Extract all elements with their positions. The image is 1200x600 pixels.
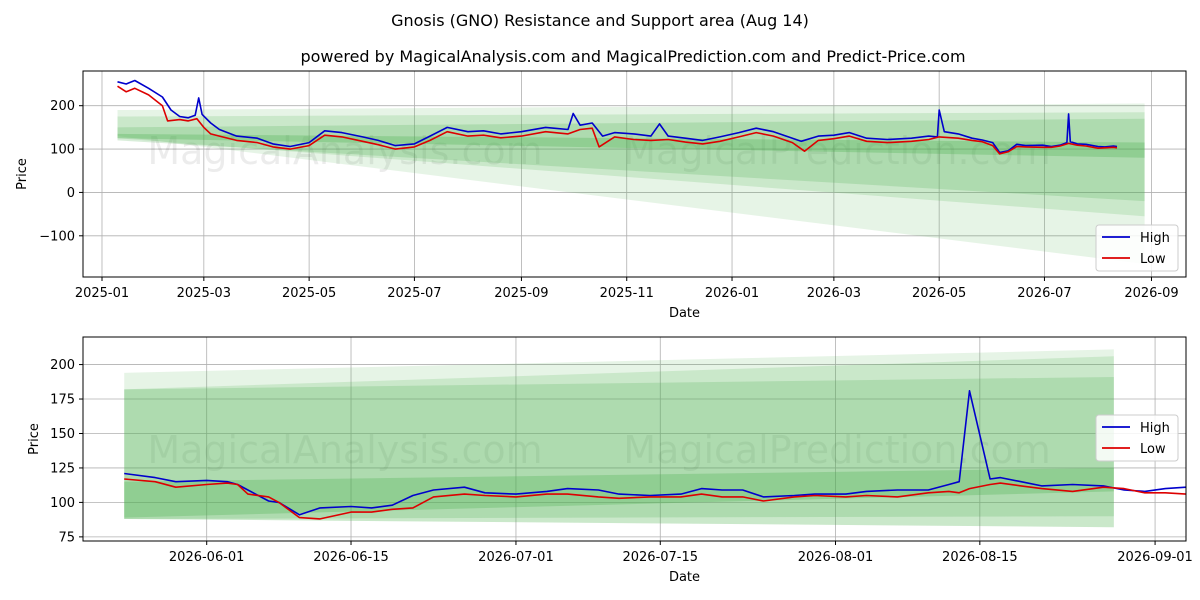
y-tick-label: 175: [50, 393, 75, 408]
top-panel: MagicalAnalysis.com MagicalPrediction.com…: [15, 70, 1187, 321]
x-tick-label: 2026-07: [1017, 286, 1071, 301]
chart-subtitle: powered by MagicalAnalysis.com and Magic…: [300, 47, 965, 66]
y-tick-label: 125: [50, 461, 75, 476]
x-tick-label: 2025-07: [387, 286, 441, 301]
chart-canvas: Gnosis (GNO) Resistance and Support area…: [15, 11, 1193, 585]
x-tick-label: 2026-07-01: [478, 550, 554, 565]
y-tick-label: 200: [50, 358, 75, 373]
legend-label-low: Low: [1140, 442, 1166, 457]
x-axis-label: Date: [669, 570, 700, 585]
y-tick-label: 75: [58, 530, 75, 545]
band-group: [124, 349, 1114, 528]
x-tick-label: 2025-11: [600, 286, 654, 301]
y-tick-label: 150: [50, 427, 75, 442]
x-tick-label: 2026-01: [705, 286, 759, 301]
y-axis-label: Price: [27, 423, 42, 455]
x-tick-label: 2025-01: [75, 286, 129, 301]
x-tick-label: 2026-03: [807, 286, 861, 301]
bottom-panel: MagicalAnalysis.com MagicalPrediction.com…: [27, 336, 1193, 585]
x-tick-label: 2026-08-15: [942, 550, 1018, 565]
band-group: [117, 103, 1145, 264]
x-tick-label: 2025-09: [494, 286, 548, 301]
legend-label-low: Low: [1140, 252, 1166, 267]
chart-title: Gnosis (GNO) Resistance and Support area…: [391, 11, 809, 30]
x-tick-label: 2026-06-01: [169, 550, 245, 565]
y-tick-label: −100: [39, 229, 75, 244]
x-tick-label: 2026-05: [912, 286, 966, 301]
y-tick-label: 100: [50, 496, 75, 511]
x-tick-label: 2025-05: [282, 286, 336, 301]
x-tick-label: 2026-09: [1124, 286, 1178, 301]
y-axis-label: Price: [15, 158, 30, 190]
x-tick-label: 2026-09-01: [1117, 550, 1193, 565]
y-tick-label: 100: [50, 143, 75, 158]
y-tick-label: 0: [67, 186, 75, 201]
x-tick-label: 2026-06-15: [313, 550, 389, 565]
x-axis-label: Date: [669, 306, 700, 321]
x-tick-label: 2026-07-15: [622, 550, 698, 565]
x-tick-label: 2026-08-01: [798, 550, 874, 565]
y-tick-label: 200: [50, 99, 75, 114]
x-tick-label: 2025-03: [177, 286, 231, 301]
legend-label-high: High: [1140, 421, 1170, 436]
legend-label-high: High: [1140, 231, 1170, 246]
